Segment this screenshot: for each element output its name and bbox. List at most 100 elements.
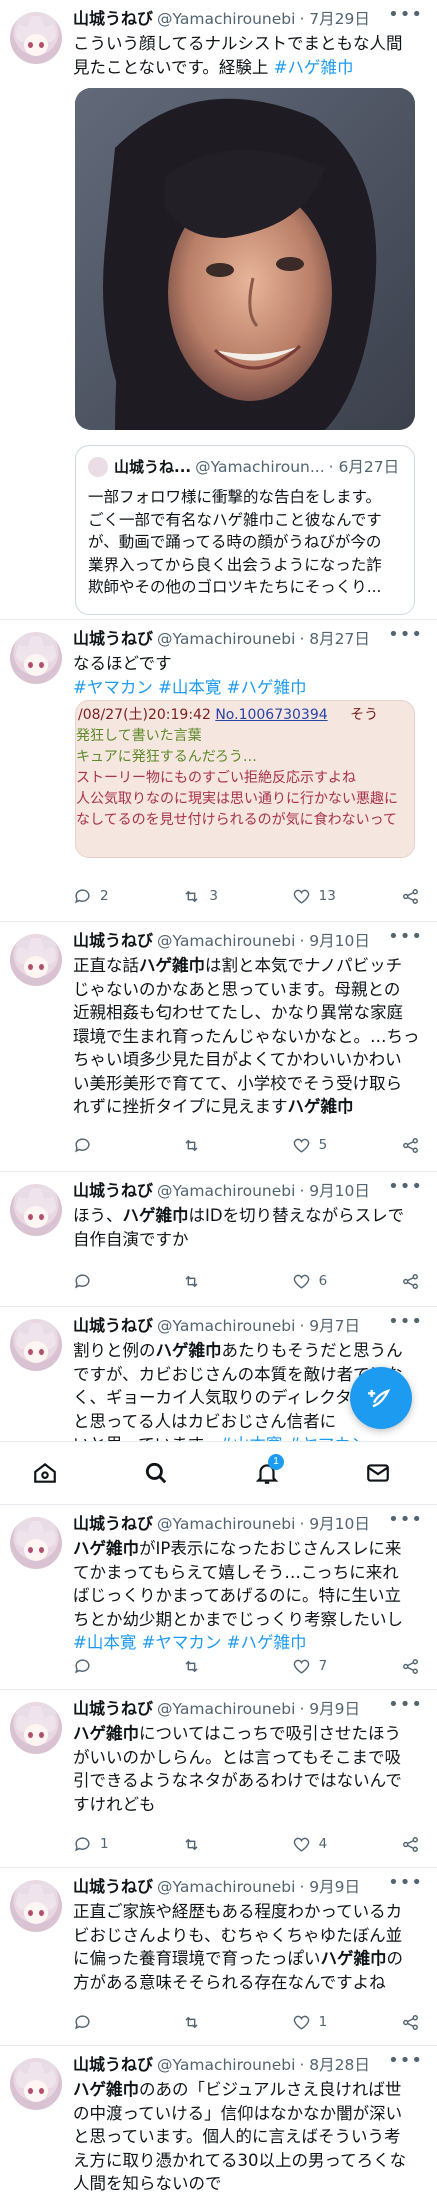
- more-icon[interactable]: •••: [388, 1311, 423, 1332]
- tab-notifications[interactable]: 1: [252, 1454, 284, 1488]
- more-icon[interactable]: •••: [388, 624, 423, 645]
- tweet-date[interactable]: · 9月9日: [299, 1700, 360, 1718]
- reply-icon: [75, 888, 90, 903]
- more-icon[interactable]: •••: [388, 1176, 423, 1197]
- handle[interactable]: @Yamachirounebi: [157, 2056, 295, 2074]
- share-button[interactable]: [401, 887, 423, 906]
- display-name[interactable]: 山城うねび: [73, 1316, 153, 1335]
- like-button[interactable]: 5: [292, 1136, 372, 1155]
- handle[interactable]: @Yamachirounebi: [157, 10, 295, 28]
- handle[interactable]: @Yamachirounebi: [157, 1700, 295, 1718]
- tab-search[interactable]: [141, 1458, 171, 1488]
- avatar[interactable]: [10, 2058, 62, 2110]
- hashtag[interactable]: #ハゲ雑巾: [227, 1633, 307, 1652]
- handle[interactable]: @Yamachirounebi: [157, 1515, 295, 1533]
- handle[interactable]: @Yamachirounebi: [157, 1317, 295, 1335]
- like-button[interactable]: 1: [292, 2013, 372, 2032]
- retweet-button[interactable]: [182, 1657, 262, 1676]
- avatar[interactable]: [10, 1880, 62, 1932]
- tab-messages[interactable]: [363, 1458, 393, 1488]
- tweet-date[interactable]: · 9月7日: [299, 1317, 360, 1335]
- tweet-date[interactable]: · 9月9日: [299, 1878, 360, 1896]
- more-icon[interactable]: •••: [388, 4, 423, 25]
- like-button[interactable]: 7: [292, 1657, 372, 1676]
- tweet-date[interactable]: · 8月27日: [299, 630, 369, 648]
- tweet[interactable]: 山城うねび @Yamachirounebi · 9月10日 ••• ハゲ雑巾がIP表…: [0, 1505, 437, 1690]
- like-button[interactable]: 13: [292, 887, 372, 906]
- handle[interactable]: @Yamachirounebi: [157, 630, 295, 648]
- more-icon[interactable]: •••: [388, 1694, 423, 1715]
- attached-screenshot[interactable]: /08/27(土)20:19:42 No.1006730394 そう 発狂して書…: [75, 700, 415, 858]
- display-name[interactable]: 山城うねび: [73, 931, 153, 950]
- retweet-button[interactable]: 3: [182, 887, 262, 906]
- tweet-date[interactable]: · 9月10日: [299, 1515, 369, 1533]
- reply-button[interactable]: [73, 1657, 153, 1676]
- tweet[interactable]: 山城うねび @Yamachirounebi · 9月9日 ••• 正直ご家族や経歴も…: [0, 1868, 437, 2046]
- text-span: がIP表示になったおじさんスレに来: [139, 1539, 402, 1558]
- attached-photo[interactable]: [75, 88, 415, 430]
- display-name[interactable]: 山城うねび: [73, 629, 153, 648]
- tweet-date[interactable]: · 9月10日: [299, 1182, 369, 1200]
- hashtag[interactable]: #ヤマカン: [142, 1633, 222, 1652]
- more-icon[interactable]: •••: [388, 1872, 423, 1893]
- tweet[interactable]: 山城うねび @Yamachirounebi · 8月28日 ••• ハゲ雑巾のあの「…: [0, 2046, 437, 2198]
- tab-home[interactable]: [30, 1458, 60, 1488]
- hashtag[interactable]: #ハゲ雑巾: [274, 58, 354, 77]
- tweet-text: ハゲ雑巾がIP表示になったおじさんスレに来 てかまってもらえて嬉しそう…こっちに…: [73, 1537, 423, 1655]
- display-name[interactable]: 山城うねび: [73, 1181, 153, 1200]
- avatar[interactable]: [10, 934, 62, 986]
- reply-button[interactable]: [73, 2013, 153, 2032]
- like-button[interactable]: 6: [292, 1272, 372, 1291]
- retweet-button[interactable]: [182, 2013, 262, 2032]
- retweet-button[interactable]: [182, 1272, 262, 1291]
- share-button[interactable]: [401, 2013, 423, 2032]
- tweet-date[interactable]: · 7月29日: [299, 10, 369, 28]
- reply-button[interactable]: 1: [73, 1835, 153, 1854]
- like-count: 1: [318, 2014, 328, 2030]
- retweet-button[interactable]: [182, 1136, 262, 1155]
- tweet[interactable]: 山城うねび @Yamachirounebi · 9月10日 ••• ほう、ハゲ雑巾は…: [0, 1172, 437, 1307]
- retweet-button[interactable]: [182, 1835, 262, 1854]
- tweet[interactable]: 山城うねび @Yamachirounebi · 9月9日 ••• ハゲ雑巾については…: [0, 1690, 437, 1868]
- tweet-date[interactable]: · 8月28日: [299, 2056, 369, 2074]
- share-button[interactable]: [401, 1272, 423, 1291]
- more-icon[interactable]: •••: [388, 926, 423, 947]
- hashtag[interactable]: #ハゲ雑巾: [227, 678, 307, 697]
- handle[interactable]: @Yamachirounebi: [157, 1878, 295, 1896]
- text-bold: ハゲ雑巾: [122, 1206, 189, 1225]
- hashtag[interactable]: #ヤマカン: [73, 678, 153, 697]
- tweet[interactable]: 山城うねび @Yamachirounebi · 8月27日 ••• なるほどです #…: [0, 620, 437, 922]
- post-tail: そう: [350, 707, 379, 723]
- quote-tweet[interactable]: 山城うね... @Yamachiroun... · 6月27日 一部フォロワ様に衝撃…: [75, 445, 415, 615]
- share-button[interactable]: [401, 1657, 423, 1676]
- hashtag[interactable]: #山本寛: [73, 1633, 136, 1652]
- avatar[interactable]: [10, 1184, 62, 1236]
- handle[interactable]: @Yamachirounebi: [157, 932, 295, 950]
- reply-button[interactable]: 2: [73, 887, 153, 906]
- tweet[interactable]: 山城うねび @Yamachirounebi · 7月29日 ••• こういう顔してる…: [0, 0, 437, 620]
- avatar[interactable]: [10, 1702, 62, 1754]
- avatar[interactable]: [10, 1517, 62, 1569]
- display-name[interactable]: 山城うねび: [73, 1699, 153, 1718]
- text-line: ばじっくりかまってあげるのに。特に生い立: [73, 1586, 402, 1605]
- tweet-date[interactable]: · 9月10日: [299, 932, 369, 950]
- more-icon[interactable]: •••: [388, 1509, 423, 1530]
- heart-icon: [293, 1274, 309, 1289]
- like-button[interactable]: 4: [292, 1835, 372, 1854]
- avatar[interactable]: [10, 632, 62, 684]
- display-name[interactable]: 山城うねび: [73, 1514, 153, 1533]
- share-button[interactable]: [401, 1835, 423, 1854]
- tweet[interactable]: 山城うねび @Yamachirounebi · 9月10日 ••• 正直な話ハゲ雑巾…: [0, 922, 437, 1172]
- compose-button[interactable]: [350, 1367, 412, 1429]
- handle[interactable]: @Yamachirounebi: [157, 1182, 295, 1200]
- reply-button[interactable]: [73, 1136, 153, 1155]
- display-name[interactable]: 山城うねび: [73, 2055, 153, 2074]
- hashtag[interactable]: #山本寛: [158, 678, 221, 697]
- share-button[interactable]: [401, 1136, 423, 1155]
- avatar[interactable]: [10, 12, 62, 64]
- display-name[interactable]: 山城うねび: [73, 9, 153, 28]
- display-name[interactable]: 山城うねび: [73, 1877, 153, 1896]
- avatar[interactable]: [10, 1319, 62, 1371]
- more-icon[interactable]: •••: [388, 2050, 423, 2071]
- reply-button[interactable]: [73, 1272, 153, 1291]
